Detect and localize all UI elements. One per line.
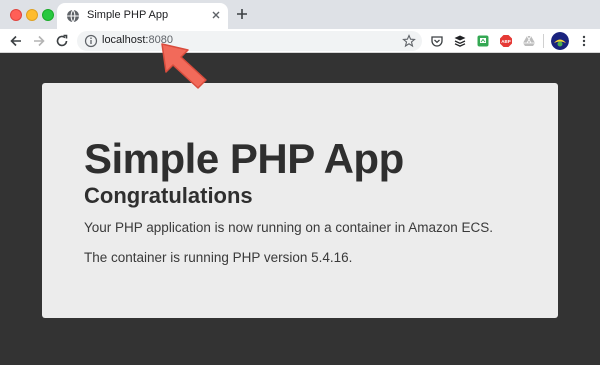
annotation-arrow-icon: [161, 43, 207, 89]
page-title: Simple PHP App: [84, 135, 404, 182]
toolbar-divider: [543, 34, 544, 48]
maximize-window-button[interactable]: [42, 9, 54, 21]
pocket-icon[interactable]: [430, 34, 444, 48]
buffer-icon[interactable]: [453, 34, 467, 48]
tab-strip: Simple PHP App: [0, 0, 600, 29]
close-tab-icon[interactable]: [209, 8, 223, 22]
version-paragraph: The container is running PHP version 5.4…: [84, 250, 353, 265]
page-subtitle: Congratulations: [84, 183, 253, 208]
abp-icon[interactable]: ABP: [499, 34, 513, 48]
url-host: localhost:: [102, 34, 149, 46]
new-tab-plus-icon[interactable]: [235, 7, 249, 21]
browser-toolbar: localhost:8080 ABP: [0, 29, 600, 53]
close-window-button[interactable]: [10, 9, 22, 21]
browser-tab[interactable]: Simple PHP App: [57, 3, 228, 29]
minimize-window-button[interactable]: [26, 9, 38, 21]
globe-icon: [67, 9, 79, 23]
profile-avatar-icon[interactable]: [551, 32, 569, 50]
address-bar[interactable]: localhost:8080: [77, 31, 422, 51]
forward-arrow-icon[interactable]: [31, 33, 47, 49]
content-card: Simple PHP App Congratulations Your PHP …: [42, 83, 558, 318]
green-extension-icon[interactable]: [476, 34, 490, 48]
status-paragraph: Your PHP application is now running on a…: [84, 220, 494, 235]
more-menu-icon[interactable]: [577, 34, 591, 48]
drive-icon[interactable]: [522, 34, 536, 48]
reload-icon[interactable]: [54, 33, 70, 49]
info-icon[interactable]: [84, 34, 98, 48]
abp-label: ABP: [501, 39, 511, 44]
back-arrow-icon[interactable]: [8, 33, 24, 49]
bookmark-star-icon[interactable]: [402, 34, 416, 48]
tab-title: Simple PHP App: [87, 9, 169, 21]
